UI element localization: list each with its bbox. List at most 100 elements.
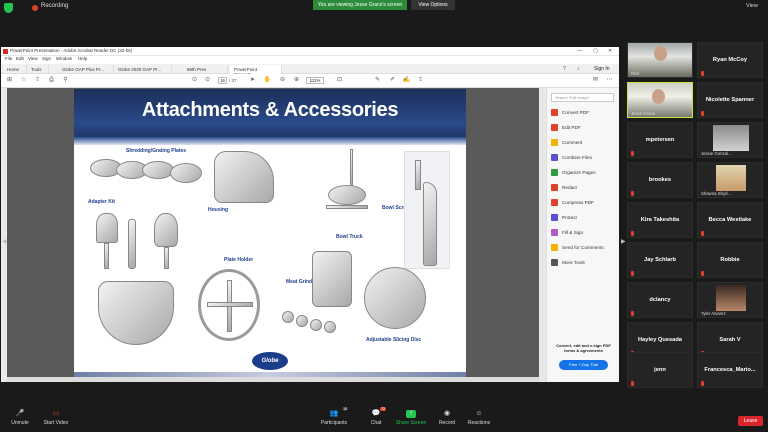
tool-convert-pdf[interactable]: Convert PDF (551, 106, 616, 119)
zoom-level-select[interactable]: 111% (306, 77, 324, 84)
muted-mic-icon (631, 271, 634, 276)
help-icon[interactable]: ? (563, 66, 566, 72)
maximize-icon[interactable]: ▢ (593, 48, 598, 54)
tool-compress-pdf[interactable]: Compress PDF (551, 196, 616, 209)
reactions-label: Reactions (467, 420, 491, 426)
fit-page-icon[interactable]: ⊡ (335, 77, 344, 84)
participant-tile[interactable]: Ryan McCoy (697, 42, 763, 78)
comment-icon[interactable]: ✎ (373, 77, 382, 84)
label-plate-holder: Plate Holder (224, 257, 254, 263)
free-trial-button[interactable]: Free 7-Day Trial (559, 360, 608, 370)
share-screen-label: Share Screen (395, 420, 427, 426)
participant-tile[interactable]: Shawna Shyd... (697, 162, 763, 198)
tab-tools[interactable]: Tools (27, 65, 49, 74)
organize-pages-icon (551, 169, 558, 177)
signature-icon[interactable]: ✍ (402, 77, 411, 84)
window-titlebar: PowerPoint Presentation - Adobe Acrobat … (1, 47, 619, 56)
unmute-button[interactable]: 🎤 Unmute (0, 410, 40, 426)
menu-view[interactable]: View (28, 56, 38, 61)
chat-label: Chat (370, 420, 382, 426)
participant-tile[interactable]: mpetersen (627, 122, 693, 158)
tool-label: Protect (562, 215, 577, 220)
combine-files-icon (551, 154, 558, 162)
tool-combine-files[interactable]: Combine Files (551, 151, 616, 164)
hand-tool-icon[interactable]: ✋ (263, 77, 272, 84)
more-icon[interactable]: ⋯ (605, 77, 614, 84)
participant-tile[interactable]: Robbie (697, 242, 763, 278)
zoom-in-icon[interactable]: ⊕ (292, 77, 301, 84)
close-icon[interactable]: ✕ (608, 48, 612, 54)
tool-label: Comment (562, 140, 583, 145)
tool-comment[interactable]: Comment (551, 136, 616, 149)
create-icon[interactable]: ⊞ (5, 77, 14, 84)
tool-send-for-comments[interactable]: Send for Comments (551, 241, 616, 254)
leave-button[interactable]: Leave (738, 416, 763, 426)
tools-search-input[interactable]: Search 'Edit Image' (551, 93, 614, 102)
tool-more-tools[interactable]: More Tools (551, 256, 616, 269)
adapter-kit-image (92, 209, 184, 273)
minimize-icon[interactable]: — (577, 48, 582, 54)
bookmark-icon[interactable]: ☆ (19, 77, 28, 84)
reactions-button[interactable]: ☺ Reactions (459, 410, 499, 426)
page-number-input[interactable]: 16 (218, 77, 227, 84)
highlight-icon[interactable]: ✐ (388, 77, 397, 84)
tool-redact[interactable]: Redact (551, 181, 616, 194)
share-screen-button[interactable]: ↑ Share Screen (391, 410, 431, 426)
tool-fill-sign[interactable]: Fill & Sign (551, 226, 616, 239)
menu-window[interactable]: Window (56, 56, 72, 61)
email-icon[interactable]: ✉ (591, 77, 600, 84)
horizontal-scrollbar[interactable] (7, 377, 539, 382)
participant-tile[interactable]: Jessie Gonzal... (697, 122, 763, 158)
participant-tile[interactable]: Jay Schlarb (627, 242, 693, 278)
menu-help[interactable]: Help (78, 56, 87, 61)
participant-tile[interactable]: Rick (627, 42, 693, 78)
participant-name: mpetersen (645, 137, 675, 143)
tool-protect[interactable]: Protect (551, 211, 616, 224)
security-shield-icon[interactable] (4, 3, 13, 13)
tab-document[interactable]: Globe GAP Plus Pr... (58, 65, 114, 74)
participant-tile[interactable]: Kira Takeshita (627, 202, 693, 238)
print-icon[interactable]: ⎙ (47, 77, 56, 84)
sign-in-link[interactable]: Sign In (594, 66, 610, 72)
vertical-scrollbar[interactable] (539, 88, 546, 382)
menu-sign[interactable]: Sign (42, 56, 51, 61)
tab-document[interactable]: Globe 2020 GAP Pr... (114, 65, 172, 74)
upload-icon[interactable]: ⇧ (33, 77, 42, 84)
menu-edit[interactable]: Edit (16, 56, 24, 61)
view-button[interactable]: View (746, 3, 758, 9)
participant-tile[interactable]: jenn (627, 352, 693, 388)
participant-name: dclancy (649, 297, 671, 303)
participant-tile[interactable]: brookes (627, 162, 693, 198)
participant-tile-active-speaker[interactable]: Jesse Grace (627, 82, 693, 118)
participant-tile[interactable]: Becca Westlake (697, 202, 763, 238)
participant-tile[interactable]: Francesca_Mario... (697, 352, 763, 388)
menu-file[interactable]: File (5, 56, 12, 61)
participant-tile[interactable]: dclancy (627, 282, 693, 318)
muted-mic-icon (701, 271, 704, 276)
participant-tile[interactable]: Tyler Alvarez (697, 282, 763, 318)
zoom-out-icon[interactable]: ⊖ (278, 77, 287, 84)
notification-bell-icon[interactable]: ♪ (577, 66, 580, 72)
tab-home[interactable]: Home (3, 65, 27, 74)
tab-document-active[interactable]: PowerPoint Presentt... (230, 65, 282, 77)
participants-label: Participants (320, 420, 348, 426)
participant-tile[interactable]: Nicolette Spanner (697, 82, 763, 118)
header-fade (74, 137, 466, 145)
left-panel-toggle[interactable] (1, 88, 7, 382)
start-video-button[interactable]: ▭ Start Video (36, 410, 76, 426)
tab-document[interactable]: 86th Pres (183, 65, 228, 74)
collapse-left-arrow-icon[interactable]: ◀ (2, 238, 7, 245)
share-icon[interactable]: ⇪ (416, 77, 425, 84)
tool-organize-pages[interactable]: Organize Pages (551, 166, 616, 179)
select-cursor-icon[interactable]: ➤ (248, 77, 257, 84)
tool-edit-pdf[interactable]: Edit PDF (551, 121, 616, 134)
collapse-right-arrow-icon[interactable]: ▶ (621, 238, 626, 245)
next-page-icon[interactable]: ⊙ (203, 77, 212, 84)
chat-button[interactable]: 💬 72 Chat (356, 407, 396, 426)
plate-holder-image (198, 269, 260, 341)
view-options-button[interactable]: View Options (411, 0, 455, 10)
participants-button[interactable]: 👥 18 Participants (314, 407, 354, 426)
search-icon[interactable]: ⚲ (61, 77, 70, 84)
tool-label: Convert PDF (562, 110, 590, 115)
prev-page-icon[interactable]: ⊙ (190, 77, 199, 84)
